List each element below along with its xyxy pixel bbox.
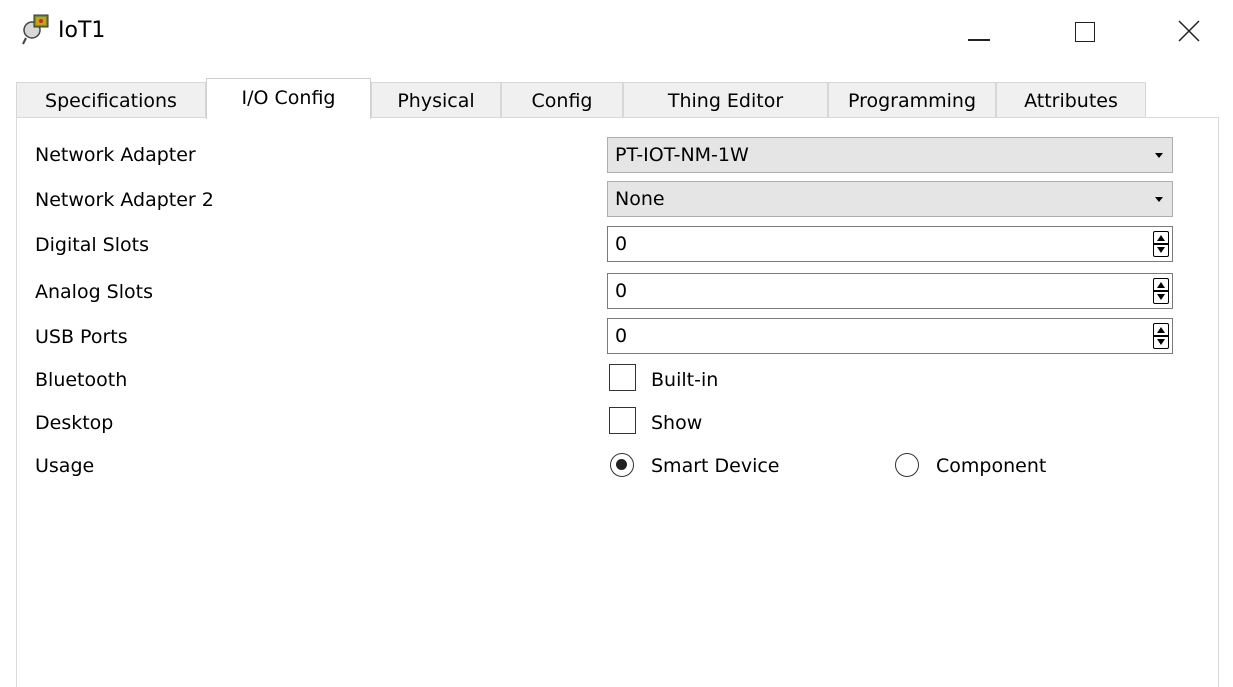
bluetooth-checkbox[interactable] (609, 364, 636, 391)
tab-physical[interactable]: Physical (371, 82, 501, 118)
close-icon (1178, 20, 1200, 46)
digital-slots-label: Digital Slots (35, 234, 149, 256)
tab-programming[interactable]: Programming (828, 82, 996, 118)
usage-smart-device-label: Smart Device (651, 455, 780, 477)
tab-specifications[interactable]: Specifications (16, 82, 206, 118)
usage-smart-device-radio[interactable] (610, 453, 634, 477)
tab-thing-editor[interactable]: Thing Editor (623, 82, 828, 118)
chevron-down-icon (1155, 153, 1163, 158)
usb-ports-value: 0 (615, 325, 628, 347)
minimize-icon (968, 39, 990, 41)
tab-config[interactable]: Config (501, 82, 623, 118)
close-button[interactable] (1160, 0, 1222, 62)
bluetooth-option-label: Built-in (651, 369, 719, 391)
chevron-down-icon (1155, 197, 1163, 202)
tab-attributes[interactable]: Attributes (996, 82, 1146, 118)
minimize-button[interactable] (948, 0, 1010, 62)
spinner-arrows-icon[interactable] (1153, 278, 1169, 304)
tab-bar: Specifications I/O Config Physical Confi… (16, 78, 1216, 119)
analog-slots-label: Analog Slots (35, 281, 153, 303)
spinner-arrows-icon[interactable] (1153, 231, 1169, 257)
network-adapter-2-value: None (615, 188, 665, 210)
usb-ports-stepper[interactable]: 0 (607, 318, 1173, 354)
bluetooth-label: Bluetooth (35, 369, 128, 391)
analog-slots-value: 0 (615, 280, 628, 302)
usage-label: Usage (35, 455, 95, 477)
network-adapter-label: Network Adapter (35, 144, 196, 166)
window-title: IoT1 (58, 18, 106, 43)
iot-device-window: IoT1 Specifications I/O Config Physical … (0, 0, 1233, 687)
analog-slots-stepper[interactable]: 0 (607, 273, 1173, 309)
desktop-option-label: Show (651, 412, 703, 434)
iot-device-icon (20, 12, 52, 46)
spinner-arrows-icon[interactable] (1153, 323, 1169, 349)
network-adapter-2-select[interactable]: None (607, 181, 1173, 217)
maximize-button[interactable] (1055, 0, 1117, 62)
network-adapter-value: PT-IOT-NM-1W (615, 144, 749, 166)
digital-slots-stepper[interactable]: 0 (607, 226, 1173, 262)
usb-ports-label: USB Ports (35, 326, 128, 348)
usage-component-radio[interactable] (895, 453, 919, 477)
desktop-label: Desktop (35, 412, 114, 434)
maximize-icon (1075, 22, 1095, 42)
title-bar: IoT1 (0, 0, 1233, 62)
tab-io-config[interactable]: I/O Config (206, 78, 371, 119)
network-adapter-select[interactable]: PT-IOT-NM-1W (607, 137, 1173, 173)
network-adapter-2-label: Network Adapter 2 (35, 189, 214, 211)
desktop-checkbox[interactable] (609, 407, 636, 434)
digital-slots-value: 0 (615, 233, 628, 255)
usage-component-label: Component (936, 455, 1047, 477)
